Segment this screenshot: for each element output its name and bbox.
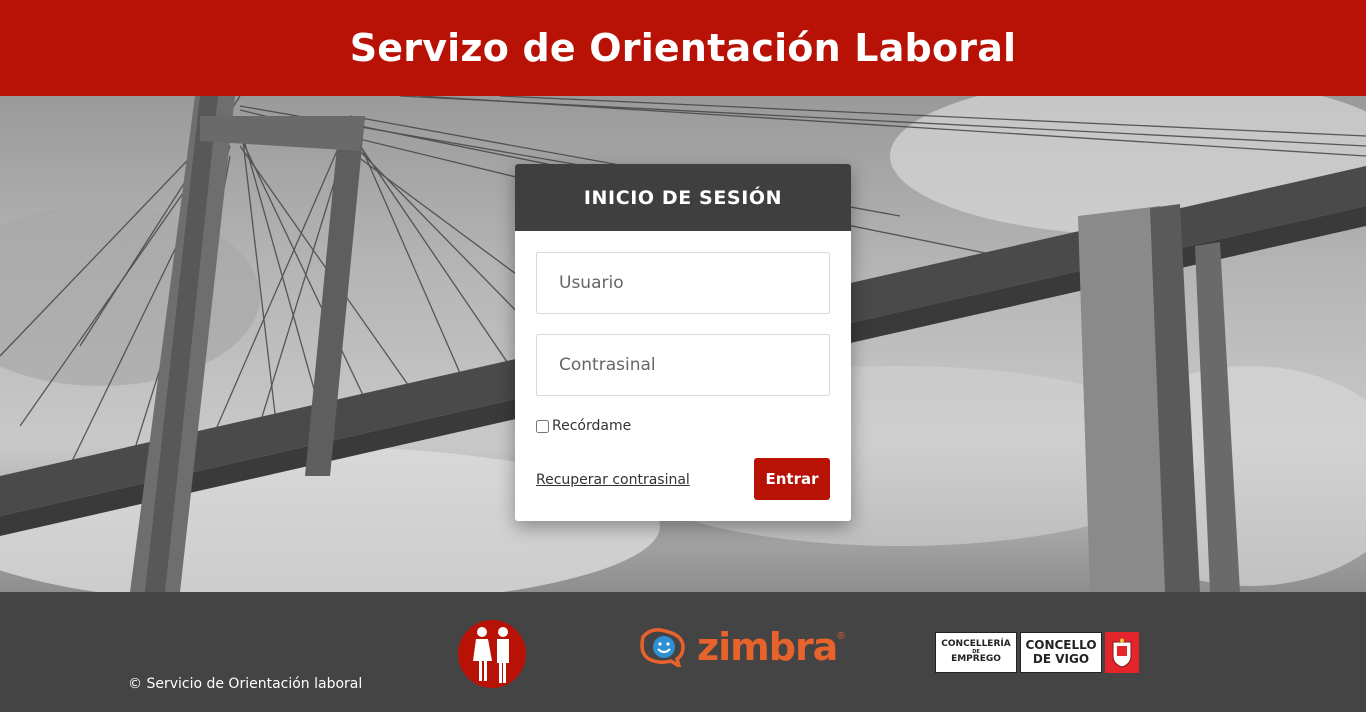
header-bar: Servizo de Orientación Laboral xyxy=(0,0,1366,96)
copyright-text: © Servicio de Orientación laboral xyxy=(128,676,363,692)
zimbra-wordmark: zimbra xyxy=(697,625,838,669)
concelleria-emprego-badge: CONCELLERÍA DE EMPREGO xyxy=(935,632,1017,673)
concello-logo: CONCELLERÍA DE EMPREGO CONCELLO DE VIGO xyxy=(935,632,1139,673)
people-logo xyxy=(457,619,527,694)
login-card: INICIO DE SESIÓN Recórdame Recuperar con… xyxy=(515,164,851,521)
login-title: INICIO DE SESIÓN xyxy=(583,186,783,209)
page-title: Servizo de Orientación Laboral xyxy=(349,26,1017,70)
username-input[interactable] xyxy=(536,252,830,314)
remember-label: Recórdame xyxy=(552,418,632,434)
login-header: INICIO DE SESIÓN xyxy=(515,164,851,238)
remember-checkbox[interactable] xyxy=(536,419,549,433)
zimbra-face-icon xyxy=(640,628,685,667)
zimbra-registered: ® xyxy=(837,631,845,642)
zimbra-logo: zimbra ® xyxy=(637,625,845,669)
people-icon xyxy=(458,620,526,688)
recover-password-link[interactable]: Recuperar contrasinal xyxy=(536,472,690,488)
footer: © Servicio de Orientación laboral zimbra… xyxy=(0,592,1366,712)
concello-vigo-badge: CONCELLO DE VIGO xyxy=(1020,632,1102,673)
header-pointer xyxy=(676,231,690,238)
remember-me[interactable]: Recórdame xyxy=(536,418,631,434)
vigo-shield-icon xyxy=(1105,632,1139,673)
password-input[interactable] xyxy=(536,334,830,396)
enter-button[interactable]: Entrar xyxy=(754,458,830,500)
